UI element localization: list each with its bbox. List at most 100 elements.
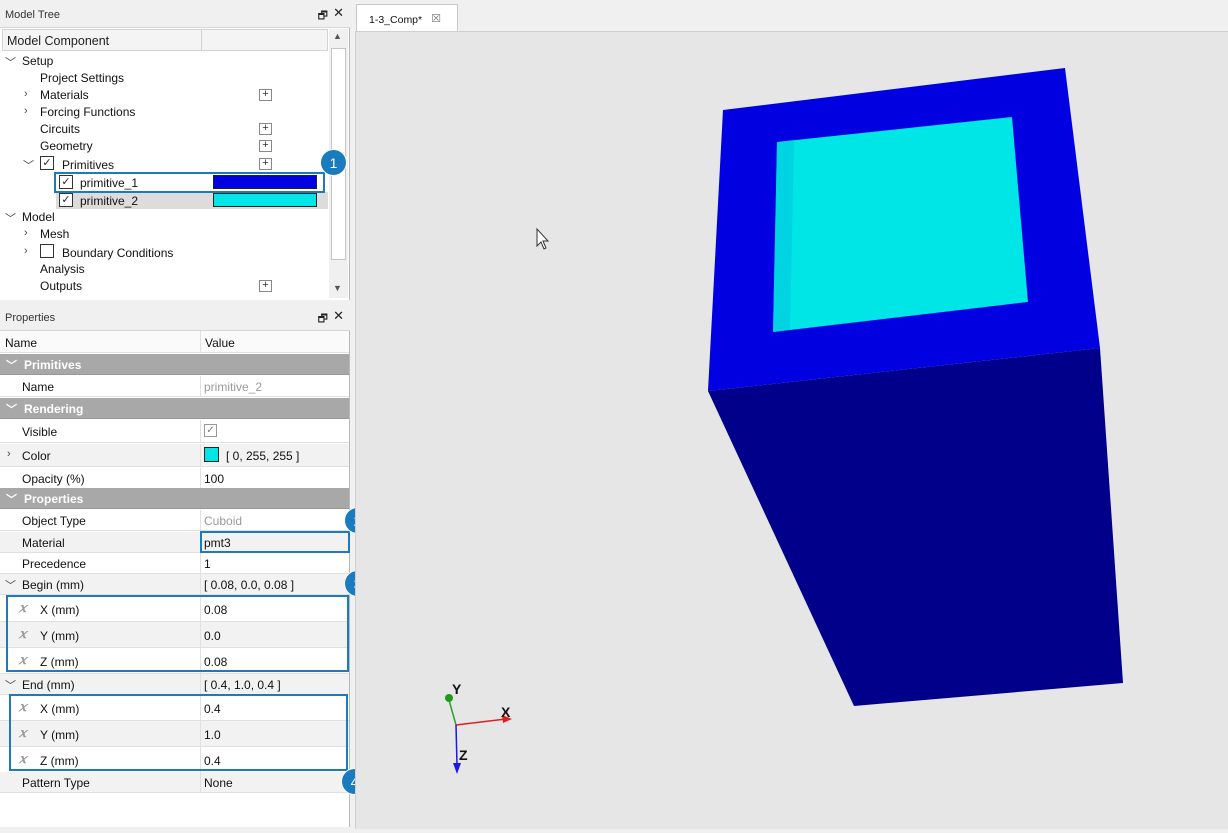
section-primitives[interactable]: ﹀ Primitives [0, 354, 349, 375]
chevron-down-icon[interactable]: ﹀ [5, 677, 16, 693]
close-icon[interactable]: ✕ [333, 308, 344, 324]
add-material-button[interactable]: + [259, 89, 272, 101]
tree-item-forcing-functions[interactable]: › Forcing Functions [0, 104, 326, 121]
tree-item-label: Primitives [62, 158, 115, 172]
chevron-down-icon[interactable]: ﹀ [6, 401, 17, 417]
y-axis-label: Y [452, 681, 462, 697]
tree-item-model[interactable]: ﹀ Model [0, 209, 326, 226]
prop-value-pattern-type[interactable]: None [204, 776, 233, 790]
prop-value-color: [ 0, 255, 255 ] [226, 449, 300, 463]
chevron-down-icon[interactable]: ﹀ [6, 357, 17, 373]
x-axis-label: X [501, 704, 511, 720]
prop-value-end: [ 0.4, 1.0, 0.4 ] [204, 678, 281, 692]
tree-item-circuits[interactable]: Circuits + [0, 121, 326, 138]
tree-item-boundary-conditions[interactable]: › Boundary Conditions [0, 244, 326, 261]
add-circuit-button[interactable]: + [259, 123, 272, 135]
section-label: Primitives [24, 358, 82, 372]
prop-value-name: primitive_2 [204, 380, 263, 394]
tree-item-materials[interactable]: › Materials + [0, 87, 326, 104]
tree-item-label: Circuits [40, 122, 81, 136]
chevron-right-icon[interactable]: › [24, 105, 28, 117]
primitive-2-color-swatch[interactable] [213, 193, 317, 207]
chevron-down-icon[interactable]: ﹀ [5, 577, 16, 593]
color-swatch[interactable] [204, 447, 219, 462]
add-primitive-button[interactable]: + [259, 158, 272, 170]
tree-item-label: Forcing Functions [40, 105, 136, 119]
3d-viewport[interactable]: Y X Z [355, 31, 1228, 829]
z-axis-arrow-icon [453, 763, 461, 774]
scroll-down-icon[interactable]: ▼ [333, 283, 342, 293]
primitive-1-highlight [54, 172, 325, 193]
section-rendering[interactable]: ﹀ Rendering [0, 398, 349, 419]
column-divider [200, 510, 201, 530]
callout-1: 1 [320, 149, 347, 176]
prop-row-opacity: Opacity (%) 100 [0, 468, 349, 490]
tree-item-label: Mesh [40, 227, 70, 241]
tree-item-label: primitive_2 [80, 194, 139, 208]
visible-checkbox[interactable]: ✓ [204, 424, 217, 437]
prop-value-opacity[interactable]: 100 [204, 472, 224, 486]
chevron-right-icon[interactable]: › [24, 245, 28, 257]
end-coords-highlight [9, 694, 348, 771]
prop-label: Begin (mm) [22, 578, 85, 592]
tree-item-label: Materials [40, 88, 89, 102]
prop-row-precedence: Precedence 1 [0, 553, 349, 574]
tree-item-outputs[interactable]: Outputs + [0, 278, 326, 295]
prop-row-name: Name primitive_2 [0, 376, 349, 397]
restore-icon[interactable]: 🗗 [318, 310, 328, 329]
y-axis-line [448, 699, 457, 726]
prop-label: Visible [22, 425, 58, 439]
tree-item-setup[interactable]: ﹀ Setup [0, 53, 326, 70]
tree-item-primitive-2[interactable]: ✓ primitive_2 [56, 192, 328, 209]
mouse-cursor-icon [536, 227, 550, 250]
column-divider [200, 553, 201, 573]
tree-item-project-settings[interactable]: Project Settings [0, 70, 326, 87]
cuboid-side-face [708, 348, 1123, 706]
tree-item-label: Project Settings [40, 71, 125, 85]
chevron-down-icon[interactable]: ﹀ [5, 54, 16, 70]
material-highlight [200, 531, 350, 553]
chevron-right-icon[interactable]: › [7, 448, 11, 460]
tree-item-mesh[interactable]: › Mesh [0, 226, 326, 243]
chevron-right-icon[interactable]: › [24, 227, 28, 239]
tree-item-primitives[interactable]: ﹀ ✓ Primitives + [0, 156, 326, 173]
tree-item-label: Model [22, 210, 55, 224]
x-axis-line [455, 718, 507, 726]
prop-label: Object Type [22, 514, 86, 528]
properties-title: Properties [5, 312, 56, 324]
tree-column-header: Model Component [2, 29, 328, 51]
prop-label: Pattern Type [22, 776, 90, 790]
primitive-2-checkbox[interactable]: ✓ [59, 193, 73, 207]
add-output-button[interactable]: + [259, 280, 272, 292]
tree-item-analysis[interactable]: Analysis [0, 261, 326, 278]
close-icon[interactable]: ✕ [333, 5, 344, 21]
chevron-down-icon[interactable]: ﹀ [6, 491, 17, 507]
prop-label: Name [22, 380, 55, 394]
tab-1-3-comp[interactable]: 1-3_Comp* ☒ [356, 4, 458, 32]
section-properties[interactable]: ﹀ Properties [0, 488, 349, 509]
prop-label: Opacity (%) [22, 472, 85, 486]
model-tree-title-bar: Model Tree 🗗 ✕ [0, 0, 350, 28]
prop-label: Precedence [22, 557, 87, 571]
tree-item-geometry[interactable]: Geometry + [0, 138, 326, 155]
chevron-down-icon[interactable]: ﹀ [23, 157, 34, 173]
prop-row-object-type: Object Type Cuboid [0, 510, 349, 531]
column-divider [200, 420, 201, 442]
scroll-up-icon[interactable]: ▲ [333, 31, 342, 41]
prop-value-precedence[interactable]: 1 [204, 557, 211, 571]
z-axis-line [455, 724, 458, 766]
restore-icon[interactable]: 🗗 [318, 7, 328, 26]
close-tab-icon[interactable]: ☒ [431, 12, 441, 25]
primitives-checkbox[interactable]: ✓ [40, 156, 54, 170]
prop-value-object-type: Cuboid [204, 514, 243, 528]
model-tree-title: Model Tree [5, 9, 61, 21]
boundary-conditions-checkbox[interactable] [40, 244, 54, 258]
prop-value-begin: [ 0.08, 0.0, 0.08 ] [204, 578, 295, 592]
prop-row-color: › Color [ 0, 255, 255 ] [0, 444, 349, 467]
chevron-down-icon[interactable]: ﹀ [5, 210, 16, 226]
chevron-right-icon[interactable]: › [24, 88, 28, 100]
tree-item-label: Boundary Conditions [62, 246, 174, 260]
value-column-header: Value [205, 336, 235, 350]
model-component-header: Model Component [7, 34, 110, 48]
add-geometry-button[interactable]: + [259, 140, 272, 152]
